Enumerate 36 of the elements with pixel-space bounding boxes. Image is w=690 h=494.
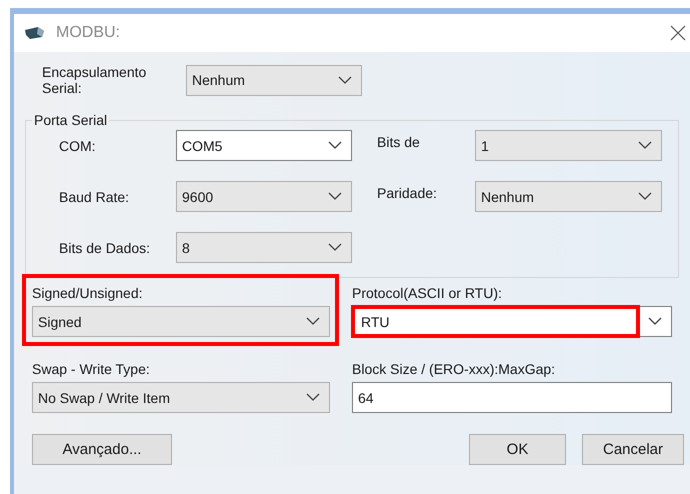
field-label: Encapsulamento Serial: bbox=[42, 64, 148, 96]
chevron-down-icon bbox=[328, 243, 342, 252]
field-label: Bits de Dados: bbox=[59, 240, 152, 256]
window-title: MODBU: bbox=[56, 24, 120, 42]
dialog-button[interactable]: OK bbox=[469, 434, 566, 465]
chevron-down-icon bbox=[328, 192, 342, 201]
connector-icon bbox=[24, 26, 46, 40]
input-field[interactable]: 64 bbox=[352, 382, 672, 413]
field-label: Paridade: bbox=[377, 184, 438, 200]
field-label: Block Size / (ERO-xxx):MaxGap: bbox=[352, 361, 556, 377]
field-label: Swap - Write Type: bbox=[32, 361, 151, 377]
dropdown[interactable]: COM5 bbox=[176, 130, 352, 161]
dropdown[interactable]: 9600 bbox=[176, 181, 352, 212]
dropdown[interactable]: Nenhum bbox=[475, 181, 662, 212]
dropdown[interactable]: No Swap / Write Item bbox=[32, 382, 330, 413]
chevron-down-icon bbox=[306, 317, 320, 326]
field-label: Bits de bbox=[377, 134, 421, 150]
field-label: COM: bbox=[59, 138, 97, 154]
dropdown[interactable]: Nenhum bbox=[186, 64, 362, 96]
dropdown[interactable]: 1 bbox=[475, 130, 662, 161]
dialog-button[interactable]: Cancelar bbox=[582, 434, 684, 465]
close-icon[interactable] bbox=[670, 25, 686, 41]
chevron-down-icon bbox=[338, 76, 352, 84]
chevron-down-icon bbox=[306, 393, 320, 402]
field-label: Baud Rate: bbox=[59, 188, 130, 204]
dialog-button[interactable]: Avançado... bbox=[32, 434, 172, 465]
group-title: Porta Serial bbox=[33, 112, 108, 128]
dropdown[interactable]: Signed bbox=[32, 306, 330, 337]
dropdown[interactable]: 8 bbox=[176, 232, 352, 263]
field-label: Signed/Unsigned: bbox=[32, 285, 144, 301]
chevron-down-icon bbox=[638, 192, 652, 201]
chevron-down-icon bbox=[638, 141, 652, 150]
field-label: Protocol(ASCII or RTU): bbox=[352, 285, 503, 301]
chevron-down-icon bbox=[328, 141, 342, 150]
chevron-down-icon bbox=[648, 317, 662, 326]
dropdown[interactable]: RTU bbox=[352, 306, 672, 337]
